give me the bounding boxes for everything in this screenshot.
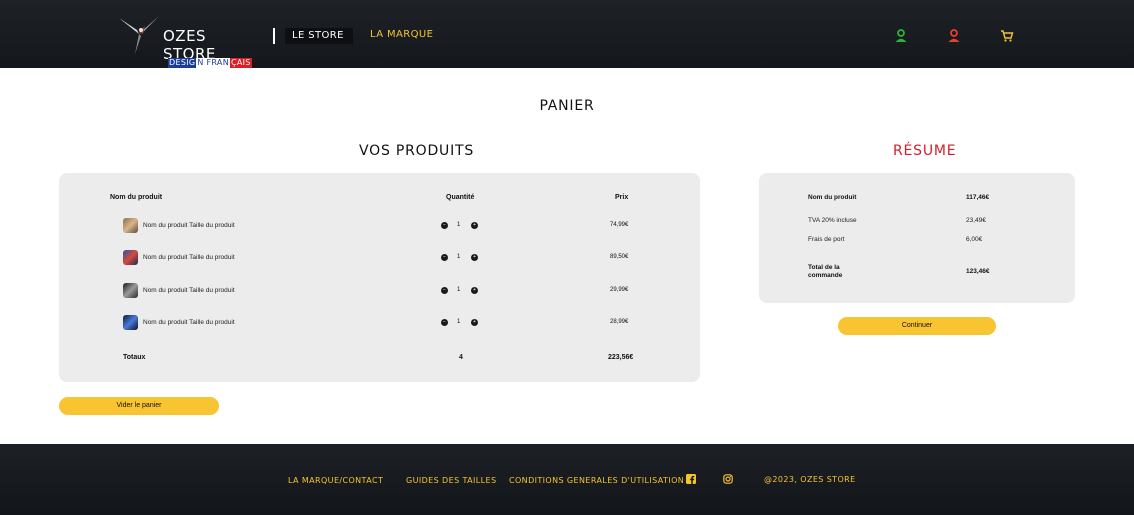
product-name[interactable]: Nom du produit Taille du produit bbox=[143, 287, 235, 294]
summary-tva-label: TVA 20% incluse bbox=[808, 217, 857, 224]
table-row: Nom du produit Taille du produit − 1 + 2… bbox=[59, 315, 700, 333]
cart-panel: Nom du produit Quantité Prix Nom du prod… bbox=[59, 173, 700, 382]
cart-icon[interactable] bbox=[1000, 29, 1014, 43]
minus-icon[interactable]: − bbox=[441, 287, 448, 294]
minus-icon[interactable]: − bbox=[441, 254, 448, 261]
summary-total-label-line2: commande bbox=[808, 272, 843, 279]
summary-total-value: 123,46€ bbox=[966, 268, 990, 275]
quantity-value: 1 bbox=[457, 222, 461, 228]
minus-icon[interactable]: − bbox=[441, 319, 448, 326]
summary-shipping-value: 6,00€ bbox=[966, 236, 983, 243]
totals-label: Totaux bbox=[123, 354, 146, 361]
hummingbird-logo-icon bbox=[119, 16, 159, 54]
column-header-quantity: Quantité bbox=[446, 194, 475, 201]
product-price: 74,99€ bbox=[610, 222, 629, 228]
instagram-icon[interactable] bbox=[723, 474, 733, 484]
product-thumbnail[interactable] bbox=[123, 315, 138, 330]
summary-panel: Nom du produit 117,46€ TVA 20% incluse 2… bbox=[759, 173, 1075, 303]
product-price: 89,50€ bbox=[610, 254, 629, 260]
summary-tva-value: 23,49€ bbox=[966, 217, 986, 224]
plus-icon[interactable]: + bbox=[471, 254, 478, 261]
page-title: PANIER bbox=[539, 98, 595, 114]
column-header-name: Nom du produit bbox=[110, 194, 163, 201]
quantity-value: 1 bbox=[457, 254, 461, 260]
site-footer: LA MARQUE/CONTACT GUIDES DES TAILLES CON… bbox=[0, 444, 1134, 515]
plus-icon[interactable]: + bbox=[471, 287, 478, 294]
product-thumbnail[interactable] bbox=[123, 283, 138, 298]
table-row: Nom du produit Taille du produit − 1 + 7… bbox=[59, 218, 700, 236]
user-red-icon[interactable] bbox=[947, 29, 961, 43]
summary-title: RÉSUME bbox=[893, 143, 957, 159]
product-thumbnail[interactable] bbox=[123, 250, 138, 265]
quantity-value: 1 bbox=[457, 287, 461, 293]
logo[interactable]: OZES STORE DESIG N FRAN ÇAIS bbox=[115, 12, 255, 68]
footer-link-cgu[interactable]: CONDITIONS GENERALES D'UTILISATION bbox=[509, 476, 684, 485]
product-price: 29,99€ bbox=[610, 287, 629, 293]
product-name[interactable]: Nom du produit Taille du produit bbox=[143, 254, 235, 261]
logo-subtitle: DESIG N FRAN ÇAIS bbox=[168, 58, 252, 68]
clear-cart-button[interactable]: Vider le panier bbox=[59, 397, 219, 415]
nav-le-store[interactable]: LE STORE bbox=[285, 28, 353, 44]
footer-copyright: @2023, OZES STORE bbox=[764, 475, 856, 484]
table-row: Nom du produit Taille du produit − 1 + 2… bbox=[59, 283, 700, 301]
product-thumbnail[interactable] bbox=[123, 218, 138, 233]
plus-icon[interactable]: + bbox=[471, 319, 478, 326]
summary-product-label: Nom du produit bbox=[808, 194, 857, 201]
totals-quantity: 4 bbox=[459, 354, 463, 361]
summary-shipping-label: Frais de port bbox=[808, 236, 845, 243]
site-header: OZES STORE DESIG N FRAN ÇAIS LE STORE LA M… bbox=[0, 0, 1134, 68]
footer-link-marque[interactable]: LA MARQUE/CONTACT bbox=[288, 476, 383, 485]
user-green-icon[interactable] bbox=[894, 29, 908, 43]
summary-total-label-line1: Total de la bbox=[808, 264, 840, 271]
table-row: Nom du produit Taille du produit − 1 + 8… bbox=[59, 250, 700, 268]
facebook-icon[interactable] bbox=[686, 474, 696, 484]
products-title: VOS PRODUITS bbox=[359, 143, 475, 159]
product-price: 28,99€ bbox=[610, 319, 629, 325]
continue-button[interactable]: Continuer bbox=[838, 317, 996, 335]
minus-icon[interactable]: − bbox=[441, 222, 448, 229]
nav-divider bbox=[273, 28, 275, 44]
column-header-price: Prix bbox=[615, 194, 629, 201]
nav-la-marque[interactable]: LA MARQUE bbox=[370, 29, 433, 40]
quantity-value: 1 bbox=[457, 319, 461, 325]
product-name[interactable]: Nom du produit Taille du produit bbox=[143, 222, 235, 229]
totals-price: 223,56€ bbox=[608, 354, 634, 361]
plus-icon[interactable]: + bbox=[471, 222, 478, 229]
product-name[interactable]: Nom du produit Taille du produit bbox=[143, 319, 235, 326]
summary-product-value: 117,46€ bbox=[966, 194, 990, 201]
footer-link-guides[interactable]: GUIDES DES TAILLES bbox=[406, 476, 496, 485]
